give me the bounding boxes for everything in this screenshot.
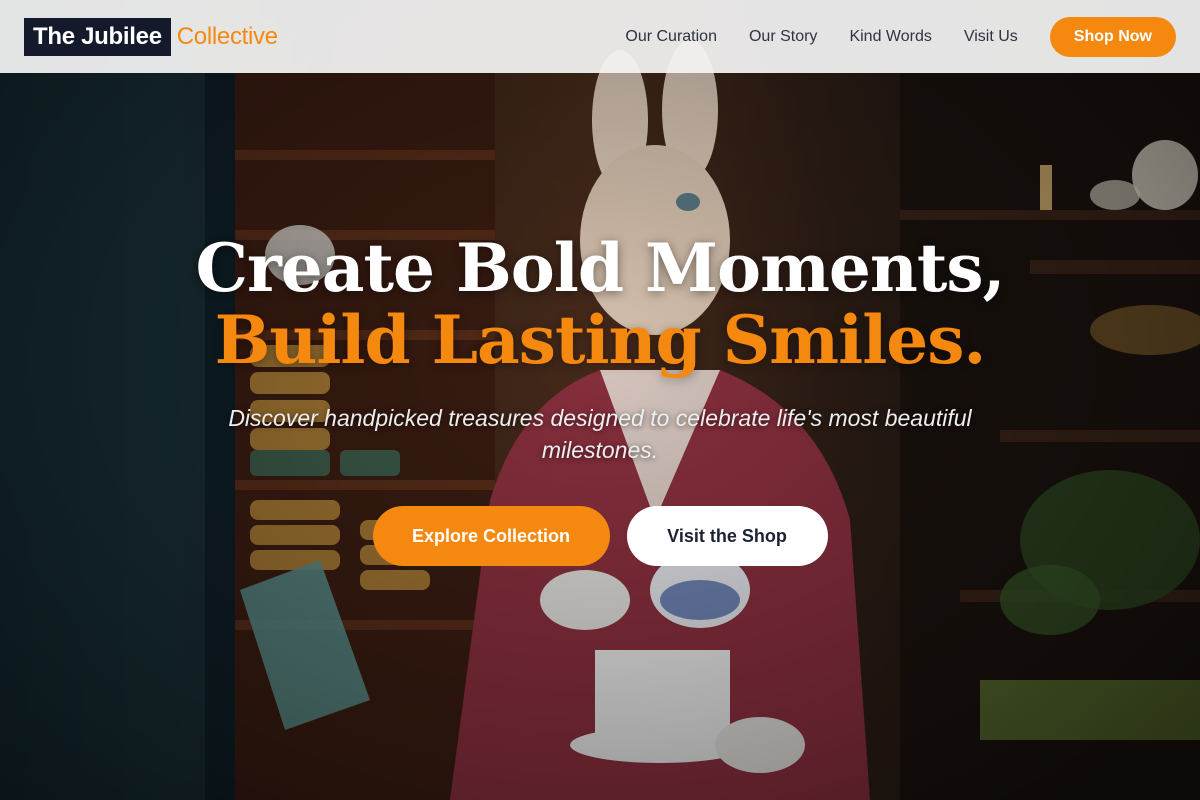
nav-link-visit-us[interactable]: Visit Us — [964, 28, 1018, 46]
hero-headline-line1: Create Bold Moments, — [195, 229, 1005, 307]
hero-section: Create Bold Moments, Build Lasting Smile… — [0, 0, 1200, 800]
brand-name-accent: Collective — [176, 22, 278, 50]
hero-button-row: Explore Collection Visit the Shop — [0, 506, 1200, 566]
hero-subtitle: Discover handpicked treasures designed t… — [228, 405, 972, 463]
top-navbar: The Jubilee Collective Our Curation Our … — [0, 0, 1200, 73]
visit-shop-button[interactable]: Visit the Shop — [626, 506, 828, 566]
hero-headline: Create Bold Moments, Build Lasting Smile… — [0, 232, 1200, 376]
shop-now-button[interactable]: Shop Now — [1049, 16, 1176, 57]
nav-link-kind-words[interactable]: Kind Words — [849, 28, 931, 46]
brand-name-main: The Jubilee — [24, 17, 171, 56]
nav-link-our-curation[interactable]: Our Curation — [625, 28, 717, 46]
explore-collection-button[interactable]: Explore Collection — [372, 506, 610, 566]
nav-link-our-story[interactable]: Our Story — [749, 28, 817, 46]
hero-headline-line2: Build Lasting Smiles. — [214, 301, 987, 379]
brand-logo[interactable]: The Jubilee Collective — [24, 17, 278, 56]
nav-links: Our Curation Our Story Kind Words Visit … — [593, 16, 1176, 57]
